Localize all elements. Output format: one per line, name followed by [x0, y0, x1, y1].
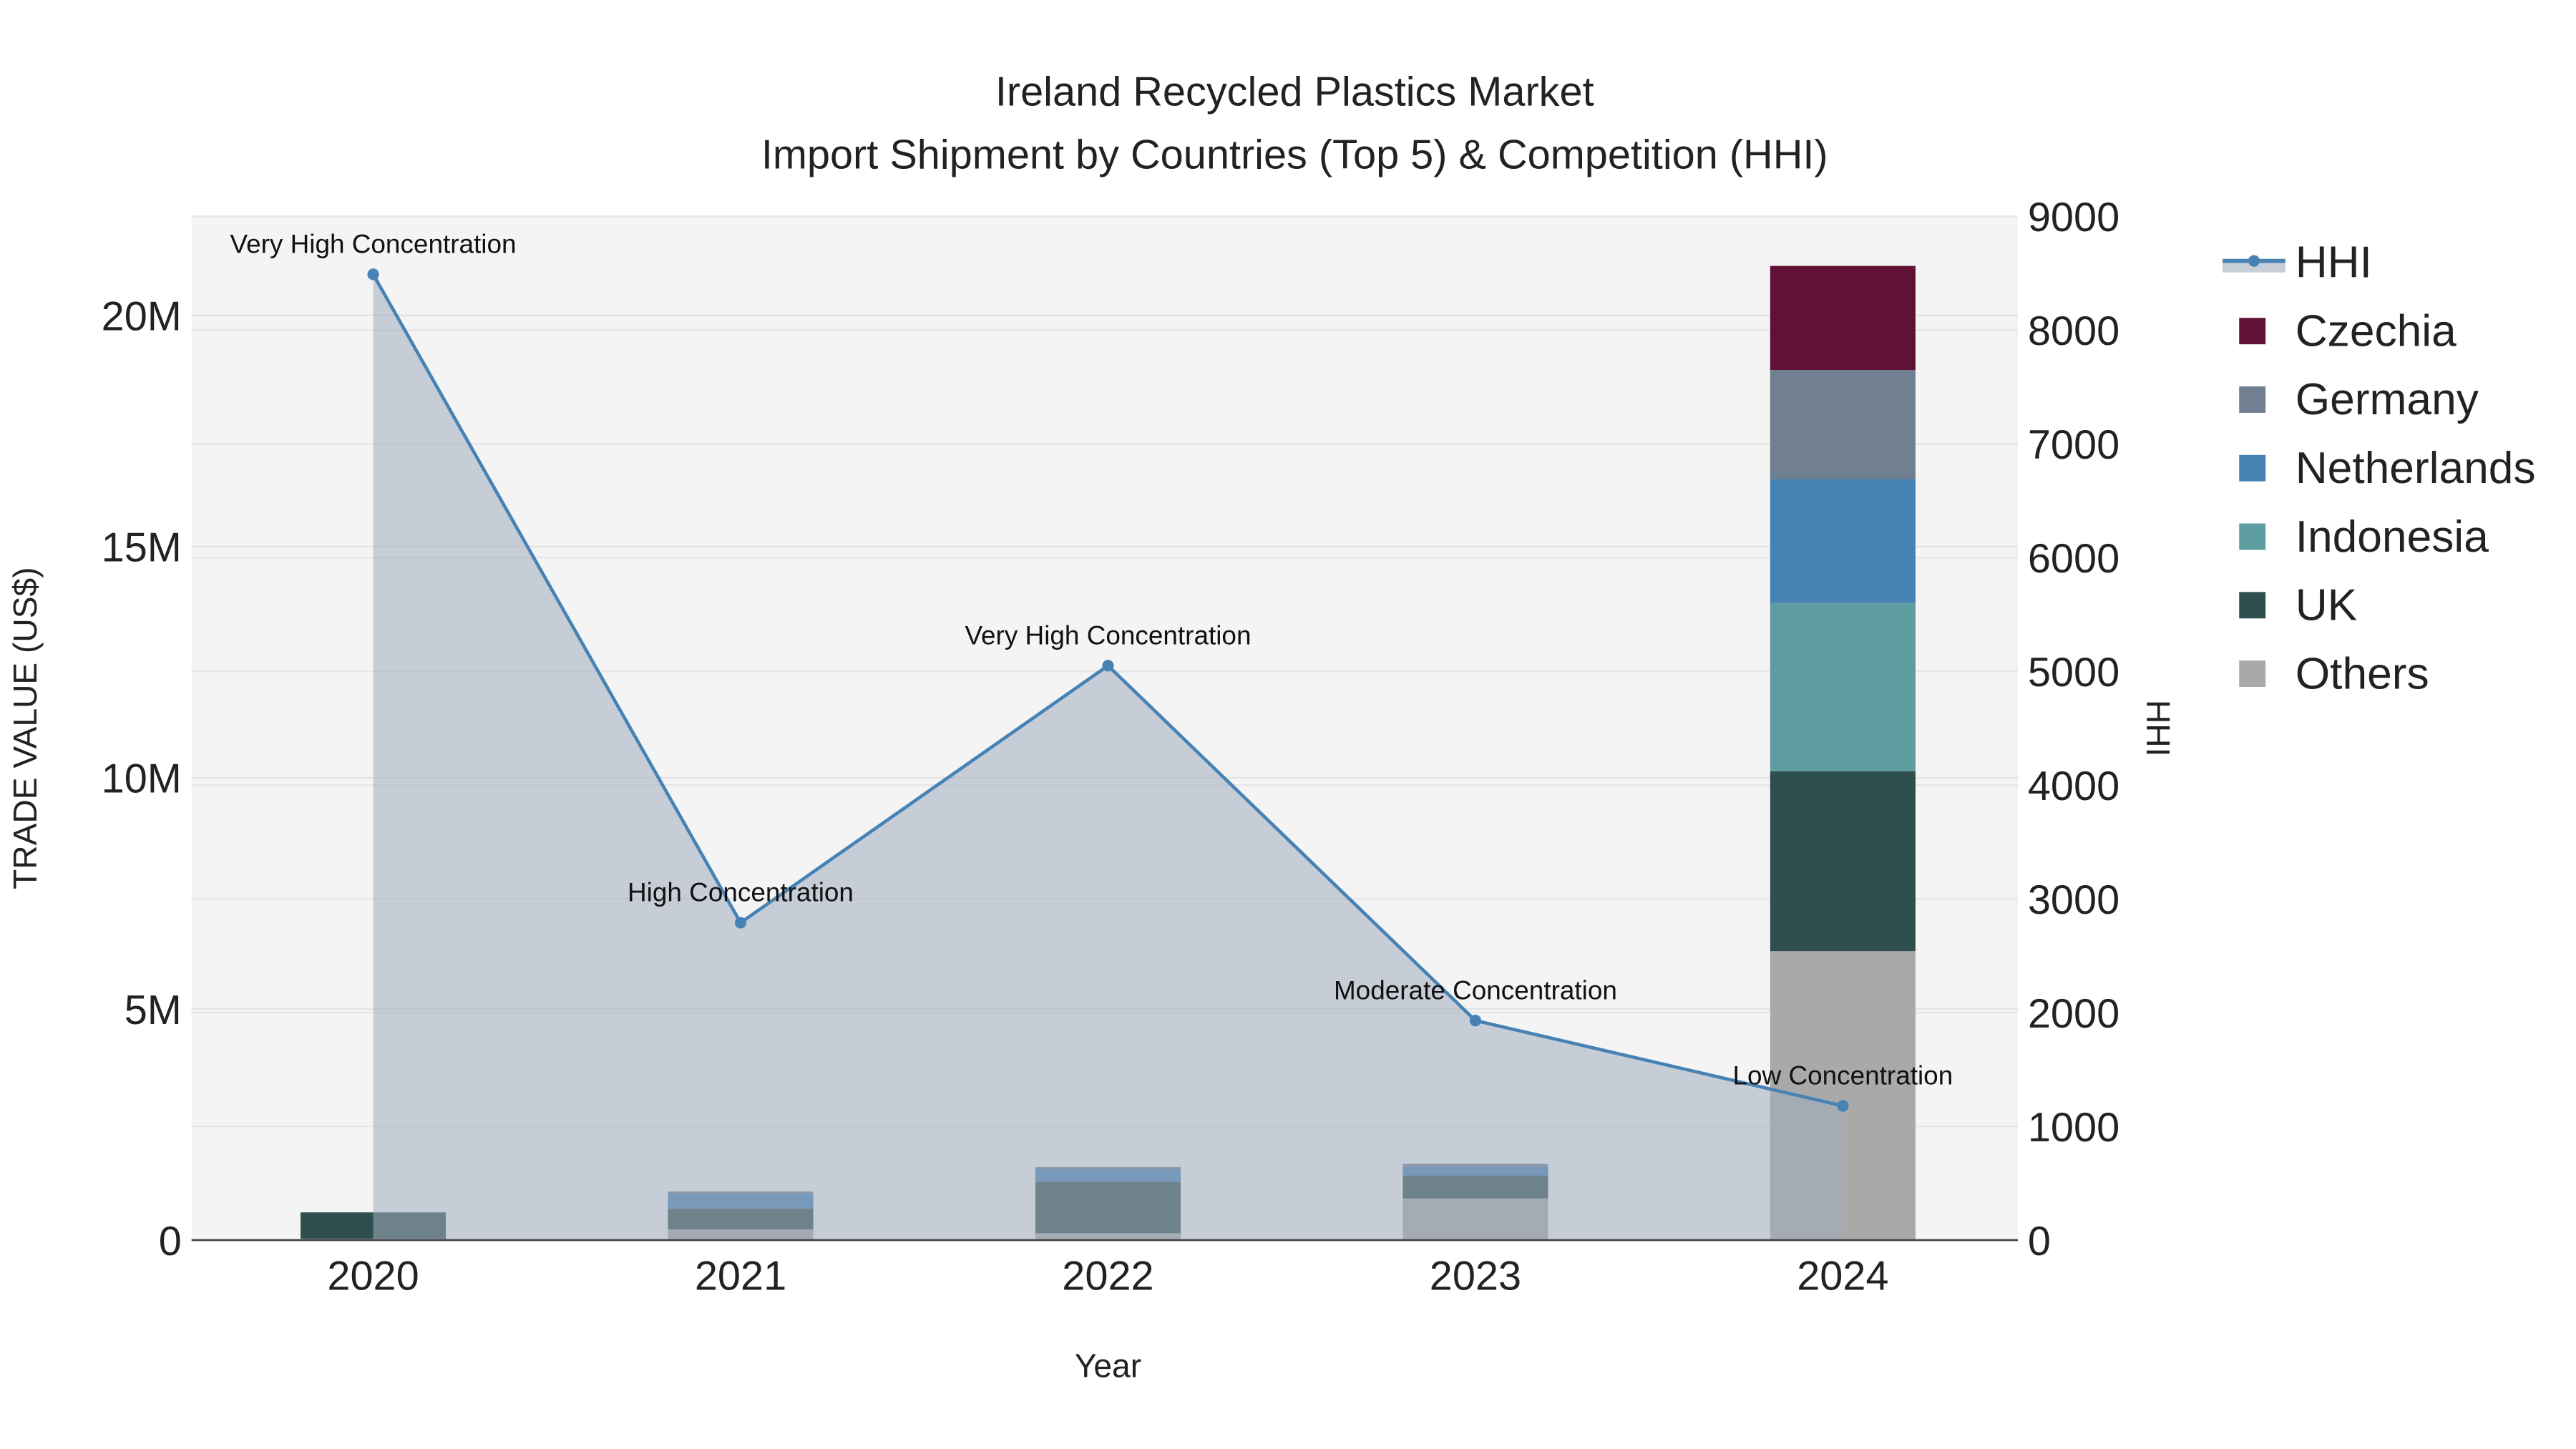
legend-label: Germany [2296, 375, 2479, 424]
y-tick-labels: 0 5M 10M 15M 20M [102, 294, 182, 1264]
hhi-annotation: Very High Concentration [965, 620, 1251, 650]
x-tick-label: 2023 [1430, 1253, 1521, 1299]
hhi-point [1837, 1100, 1849, 1112]
y-axis-title: TRADE VALUE (US$) [6, 567, 44, 889]
x-tick-label: 2024 [1797, 1253, 1888, 1299]
y2-tick-label: 2000 [2028, 991, 2119, 1037]
legend-swatch-germany [2239, 386, 2266, 413]
hhi-annotation: Low Concentration [1733, 1060, 1953, 1090]
y2-tick-labels: 0 1000 2000 3000 4000 5000 6000 7000 8000 9000 [2028, 195, 2119, 1264]
y2-tick-label: 6000 [2028, 536, 2119, 582]
chart-title: Ireland Recycled Plastics Market [995, 69, 1594, 115]
x-tick-label: 2021 [695, 1253, 786, 1299]
legend-swatch-others [2239, 660, 2266, 687]
chart-subtitle: Import Shipment by Countries (Top 5) & C… [761, 132, 1828, 177]
hhi-trade-chart: Very High Concentration High Concentratio… [6, 69, 2536, 1385]
legend-swatch-uk [2239, 592, 2266, 619]
y-tick-label: 15M [102, 525, 182, 571]
hhi-annotation: Moderate Concentration [1334, 975, 1617, 1005]
bar-netherlands-2024 [1770, 479, 1916, 603]
legend-swatch-czechia [2239, 318, 2266, 345]
y-tick-label: 0 [159, 1219, 182, 1264]
legend-hhi-marker [2248, 255, 2260, 267]
hhi-point [734, 917, 747, 929]
y-tick-label: 20M [102, 294, 182, 340]
bar-uk-2024 [1770, 771, 1916, 952]
legend-label: Netherlands [2296, 444, 2536, 493]
hhi-point [367, 268, 379, 280]
x-tick-label: 2020 [327, 1253, 419, 1299]
x-tick-label: 2022 [1062, 1253, 1153, 1299]
legend-label: Indonesia [2296, 512, 2489, 562]
y2-axis-title: HHI [2140, 700, 2177, 756]
hhi-annotation: High Concentration [628, 878, 854, 907]
hhi-point [1102, 660, 1114, 672]
bar-indonesia-2024 [1770, 602, 1916, 771]
x-axis-title: Year [1075, 1347, 1141, 1385]
bar-czechia-2024 [1770, 265, 1916, 371]
y2-tick-label: 7000 [2028, 422, 2119, 468]
y2-tick-label: 3000 [2028, 877, 2119, 923]
legend-label: HHI [2296, 238, 2372, 288]
hhi-annotation: Very High Concentration [230, 229, 517, 258]
legend-swatch-indonesia [2239, 523, 2266, 550]
legend-swatch-netherlands [2239, 454, 2266, 482]
y2-tick-label: 4000 [2028, 763, 2119, 809]
y-tick-label: 10M [102, 756, 182, 802]
bar-germany-2024 [1770, 370, 1916, 479]
y2-tick-label: 8000 [2028, 308, 2119, 354]
x-tick-labels: 2020 2021 2022 2023 2024 [327, 1253, 1888, 1299]
y2-tick-label: 9000 [2028, 195, 2119, 240]
hhi-point [1469, 1015, 1481, 1027]
legend-label: Others [2296, 649, 2429, 698]
y2-tick-label: 0 [2028, 1219, 2051, 1264]
y-tick-label: 5M [125, 987, 182, 1033]
y2-tick-label: 1000 [2028, 1105, 2119, 1151]
legend-label: UK [2296, 581, 2358, 630]
legend: HHI Czechia Germany Netherlands Indonesia UK O… [2223, 238, 2536, 698]
legend-label: Czechia [2296, 306, 2457, 356]
y2-tick-label: 5000 [2028, 650, 2119, 696]
